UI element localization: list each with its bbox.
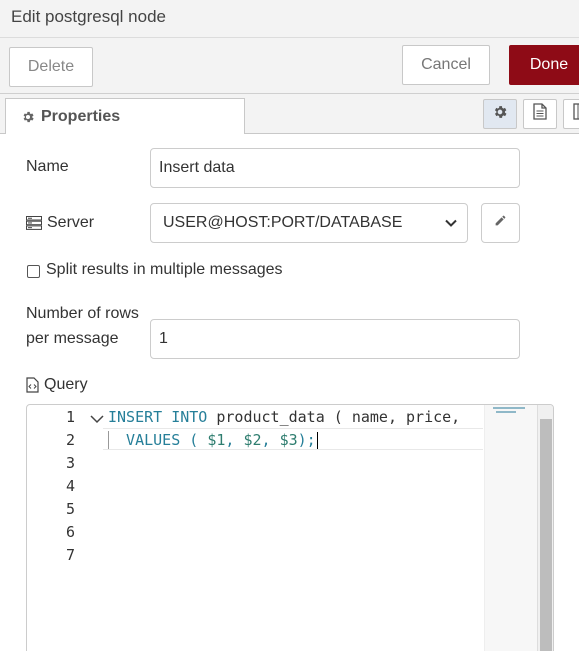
query-editor[interactable]: 1 2 3 4 5 6 7 INSERT INTO product_data (… xyxy=(26,404,554,651)
rows-per-message-label-line1: Number of rows xyxy=(26,305,139,322)
server-label-group: Server xyxy=(26,214,94,232)
properties-panel: Name Insert data Server USER@HOST:PORT/D… xyxy=(0,134,579,651)
cancel-button[interactable]: Cancel xyxy=(402,45,490,85)
scrollbar-thumb[interactable] xyxy=(540,419,552,651)
line-number: 3 xyxy=(65,454,75,472)
dialog-title-bar: Edit postgresql node xyxy=(0,0,579,38)
line-number: 4 xyxy=(65,477,75,495)
split-results-checkbox[interactable] xyxy=(27,265,40,278)
dialog-title: Edit postgresql node xyxy=(11,7,166,26)
tab-description[interactable] xyxy=(523,99,557,129)
rows-per-message-input[interactable]: 1 xyxy=(150,319,520,359)
query-label-group: Query xyxy=(26,376,88,394)
line-number: 1 xyxy=(65,408,75,426)
dialog-toolbar: Delete Cancel Done xyxy=(0,38,579,94)
tab-settings[interactable] xyxy=(483,99,517,129)
sql-text: product_data ( name, price, xyxy=(207,408,461,426)
editor-minimap[interactable] xyxy=(484,405,538,651)
sql-punct: ); xyxy=(297,431,316,449)
sql-keyword: VALUES ( xyxy=(108,431,208,449)
code-file-icon xyxy=(26,377,39,393)
done-button[interactable]: Done xyxy=(509,45,579,85)
chevron-down-icon xyxy=(444,216,458,235)
server-icon xyxy=(26,216,42,230)
sql-keyword: INSERT INTO xyxy=(108,408,208,426)
split-results-label: Split results in multiple messages xyxy=(46,261,283,278)
line-number: 6 xyxy=(65,523,75,541)
gear-icon xyxy=(492,104,508,125)
tab-properties[interactable]: Properties xyxy=(5,98,245,135)
minimap-line xyxy=(496,411,516,413)
edit-server-button[interactable] xyxy=(481,203,520,243)
layout-icon xyxy=(573,103,579,125)
server-select[interactable]: USER@HOST:PORT/DATABASE xyxy=(150,203,468,243)
query-label: Query xyxy=(44,376,88,393)
sql-punct: , xyxy=(261,431,280,449)
gear-icon xyxy=(21,110,35,124)
delete-button[interactable]: Delete xyxy=(9,47,93,87)
text-cursor xyxy=(316,432,318,449)
line-number: 5 xyxy=(65,500,75,518)
server-label: Server xyxy=(47,214,95,231)
code-line-1: INSERT INTO product_data ( name, price, xyxy=(108,408,460,426)
sql-punct: , xyxy=(225,431,244,449)
code-line-2: VALUES ( $1, $2, $3); xyxy=(108,431,318,449)
fold-chevron-icon[interactable] xyxy=(90,411,104,429)
tabs-row: Properties xyxy=(0,94,579,135)
editor-vertical-scrollbar[interactable] xyxy=(537,405,553,651)
tab-properties-label: Properties xyxy=(41,107,121,125)
server-select-value: USER@HOST:PORT/DATABASE xyxy=(163,214,403,231)
name-input[interactable]: Insert data xyxy=(150,148,520,188)
document-icon xyxy=(533,103,547,125)
name-label: Name xyxy=(26,158,69,175)
sql-param: $2 xyxy=(243,431,262,449)
minimap-line xyxy=(493,407,525,409)
sql-param: $3 xyxy=(279,431,298,449)
line-number: 7 xyxy=(65,546,75,564)
tab-appearance[interactable] xyxy=(563,99,579,129)
line-number: 2 xyxy=(65,431,75,449)
sql-param: $1 xyxy=(207,431,226,449)
pencil-icon xyxy=(494,214,507,232)
rows-per-message-label-line2: per message xyxy=(26,330,119,347)
editor-gutter: 1 2 3 4 5 6 7 xyxy=(27,405,104,651)
